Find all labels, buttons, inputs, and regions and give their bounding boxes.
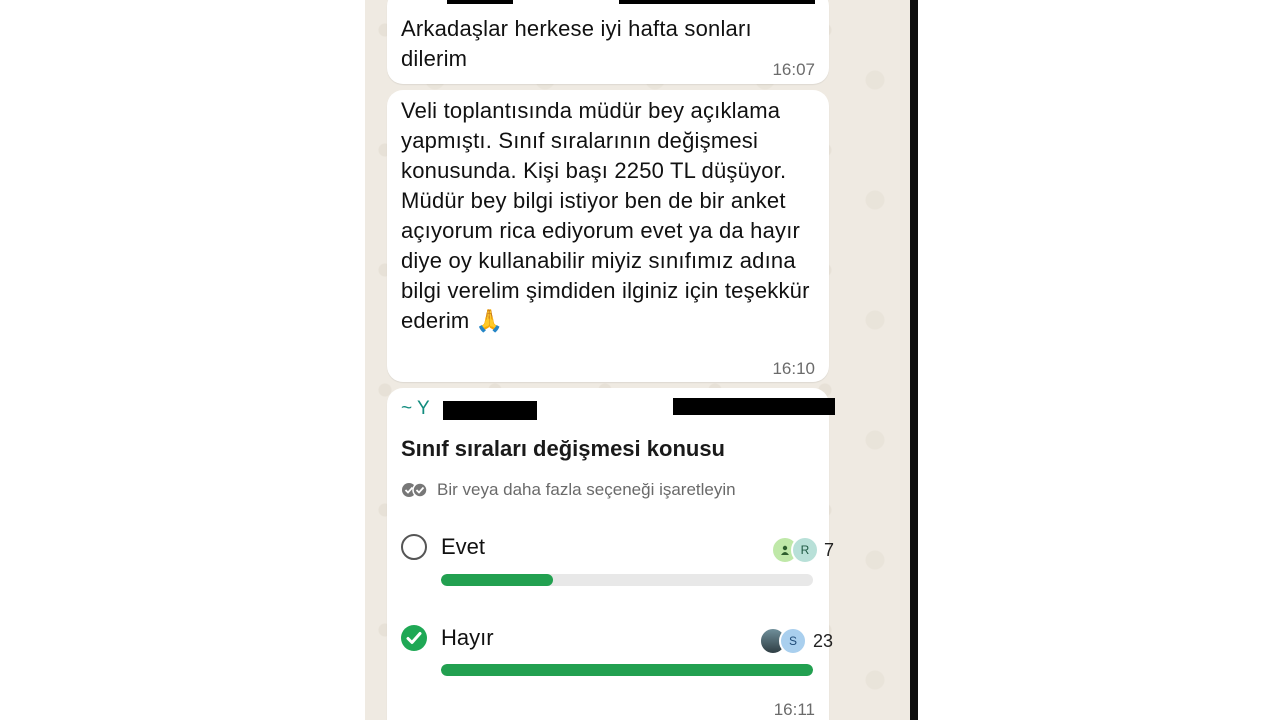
option-label: Hayır	[441, 625, 494, 650]
voter-avatars[interactable]: R	[771, 536, 819, 564]
voter-avatars[interactable]: S	[759, 627, 807, 655]
vote-bar	[441, 574, 813, 586]
message-text: Arkadaşlar herkese iyi hafta sonları dil…	[401, 16, 752, 71]
chat-screen: Arkadaşlar herkese iyi hafta sonları dil…	[365, 0, 910, 720]
vote-count: 7	[824, 540, 835, 560]
device-edge	[910, 0, 918, 720]
option-label: Evet	[441, 534, 486, 559]
redacted-phone	[619, 0, 815, 4]
vote-bar	[441, 664, 813, 676]
message-bubble[interactable]: Arkadaşlar herkese iyi hafta sonları dil…	[387, 0, 829, 84]
message-time: 16:07	[772, 60, 815, 79]
poll-sender[interactable]: ~ Y	[401, 398, 430, 420]
person-icon	[781, 545, 789, 555]
vote-bar-fill	[441, 574, 553, 586]
poll-title: Sınıf sıraları değişmesi konusu	[401, 436, 725, 461]
redacted-phone	[673, 398, 835, 415]
message-text: Veli toplantısında müdür bey açıklama ya…	[401, 98, 810, 333]
radio-unchecked-icon[interactable]	[401, 534, 427, 560]
vote-bar-fill	[441, 664, 813, 676]
check-icon	[406, 632, 422, 644]
redacted-sender-name	[443, 401, 537, 420]
avatar: S	[779, 627, 807, 655]
redacted-sender	[447, 0, 513, 4]
double-check-icon	[402, 482, 428, 498]
poll-hint: Bir veya daha fazla seçeneği işaretleyin	[401, 480, 736, 500]
message-time: 16:10	[772, 359, 815, 378]
message-time: 16:11	[773, 700, 815, 719]
poll-hint-text: Bir veya daha fazla seçeneği işaretleyin	[437, 480, 736, 499]
message-bubble[interactable]: Veli toplantısında müdür bey açıklama ya…	[387, 90, 829, 382]
radio-checked-icon[interactable]	[401, 625, 427, 651]
poll-bubble: ~ Y Sınıf sıraları değişmesi konusu Bir …	[387, 388, 835, 720]
vote-count: 23	[813, 631, 834, 651]
avatar: R	[791, 536, 819, 564]
